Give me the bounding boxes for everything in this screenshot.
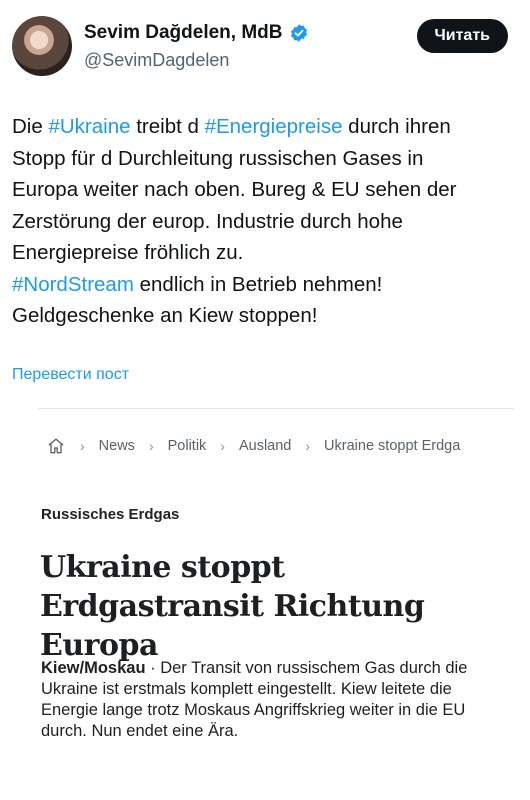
article-kicker: Russisches Erdgas <box>41 506 180 523</box>
translate-post-link[interactable]: Перевести пост <box>12 366 129 384</box>
breadcrumb-item-news[interactable]: News <box>99 438 135 454</box>
tweet-text-segment: Zerstörung der europ. Industrie durch ho… <box>12 209 403 233</box>
breadcrumb: › News › Politik › Ausland › Ukraine sto… <box>46 434 460 458</box>
chevron-right-icon: › <box>305 438 311 454</box>
tweet-header: Sevim Dağdelen, MdB @SevimDagdelen Читат… <box>0 0 530 90</box>
author-name[interactable]: Sevim Dağdelen, MdB <box>84 22 283 44</box>
article-lead: Kiew/Moskau · Der Transit von russischem… <box>41 658 511 742</box>
tweet-text-segment: Europa weiter nach oben. Bureg & EU sehe… <box>12 178 457 201</box>
tweet-line: Stopp für d Durchleitung russischen Gase… <box>12 143 520 175</box>
tweet-text-segment: endlich in Betrieb nehmen! <box>133 272 383 296</box>
chevron-right-icon: › <box>148 438 154 454</box>
author-name-row: Sevim Dağdelen, MdB <box>84 22 309 44</box>
tweet-line: Europa weiter nach oben. Bureg & EU sehe… <box>12 174 520 206</box>
divider <box>38 408 514 409</box>
breadcrumb-item-politik[interactable]: Politik <box>168 438 207 454</box>
tweet-text-segment: Die <box>12 115 49 138</box>
tweet-text-segment: Stopp für d Durchleitung russischen Gase… <box>12 146 424 170</box>
avatar[interactable] <box>12 16 72 76</box>
home-icon[interactable] <box>46 436 66 456</box>
tweet-line: Die #Ukraine treibt d #Energiepreise dur… <box>12 111 520 143</box>
hashtag-link[interactable]: #NordStream <box>12 273 134 296</box>
article-headline[interactable]: Ukraine stoppt Erdgastransit Richtung Eu… <box>40 548 510 665</box>
tweet-text-segment: Geldgeschenke an Kiew stoppen! <box>12 304 318 327</box>
tweet-line: Geldgeschenke an Kiew stoppen! <box>12 300 520 332</box>
verified-badge-icon <box>290 24 307 42</box>
chevron-right-icon: › <box>80 438 85 454</box>
tweet-line: Zerstörung der europ. Industrie durch ho… <box>12 206 520 238</box>
hashtag-link[interactable]: #Ukraine <box>48 115 130 138</box>
tweet-text: Die #Ukraine treibt d #Energiepreise dur… <box>12 111 520 332</box>
breadcrumb-item-current: Ukraine stoppt Erdga <box>324 438 461 454</box>
tweet-line: #NordStream endlich in Betrieb nehmen! <box>12 269 520 301</box>
hashtag-link[interactable]: #Energiepreise <box>205 115 343 138</box>
tweet-text-segment: treibt d <box>130 115 205 138</box>
tweet-text-segment: durch ihren <box>342 115 451 138</box>
tweet-line: Energiepreise fröhlich zu. <box>12 237 520 269</box>
author-handle[interactable]: @SevimDagdelen <box>84 50 229 71</box>
dateline-separator: · <box>145 659 161 677</box>
article-dateline: Kiew/Moskau <box>41 659 146 677</box>
breadcrumb-item-ausland[interactable]: Ausland <box>239 438 291 454</box>
tweet-text-segment: Energiepreise fröhlich zu. <box>12 241 244 264</box>
follow-button[interactable]: Читать <box>416 19 508 53</box>
chevron-right-icon: › <box>220 438 225 454</box>
